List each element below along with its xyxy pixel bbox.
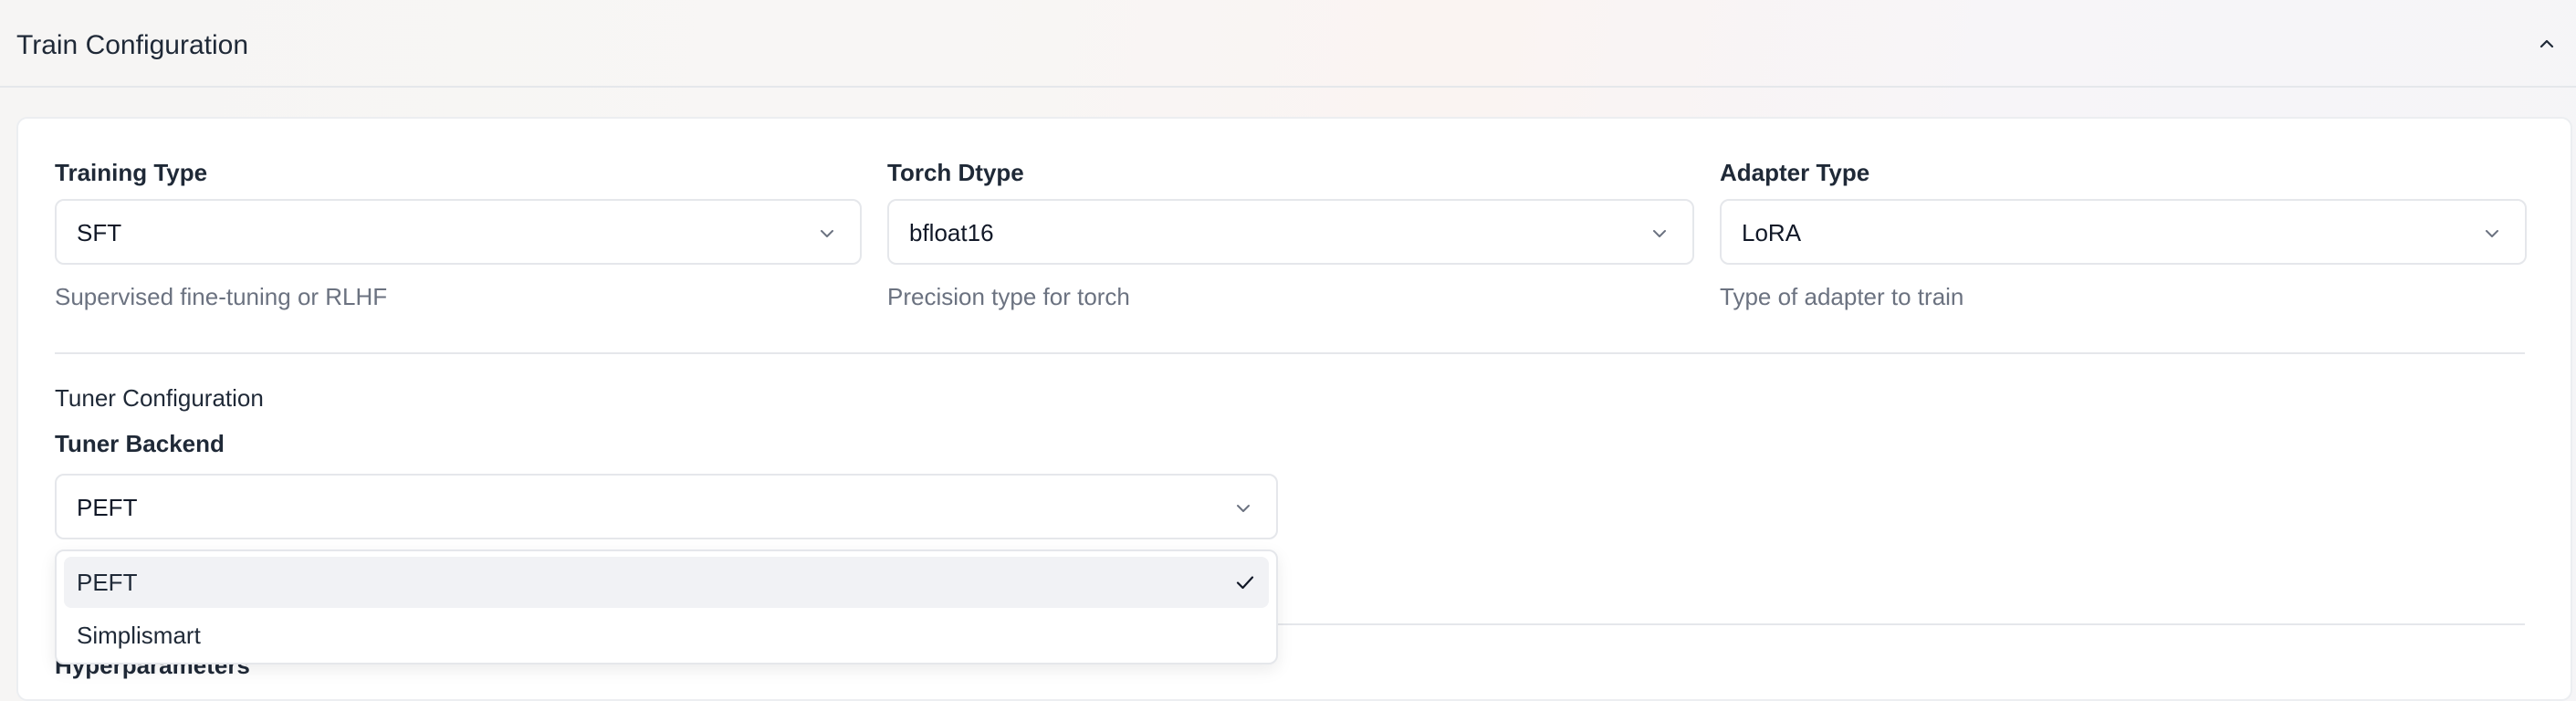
check-icon	[1236, 576, 1254, 590]
section-divider	[1278, 623, 2525, 625]
chevron-down-icon	[821, 230, 833, 237]
tuner-backend-select[interactable]: PEFT	[55, 474, 1278, 539]
option-simplismart[interactable]: Simplismart	[64, 610, 1269, 661]
section-title: Train Configuration	[16, 30, 249, 60]
adapter-type-label: Adapter Type	[1720, 159, 1870, 186]
option-label: PEFT	[77, 569, 138, 596]
torch-dtype-help: Precision type for torch	[887, 283, 1130, 310]
training-type-help: Supervised fine-tuning or RLHF	[55, 283, 388, 310]
chevron-down-icon	[1237, 505, 1250, 512]
chevron-down-icon	[1653, 230, 1666, 237]
training-type-value: SFT	[77, 219, 122, 246]
collapse-button[interactable]	[2529, 26, 2565, 62]
torch-dtype-label: Torch Dtype	[887, 159, 1024, 186]
adapter-type-help: Type of adapter to train	[1720, 283, 1964, 310]
adapter-type-select[interactable]: LoRA	[1720, 199, 2527, 265]
chevron-up-icon	[2539, 39, 2554, 48]
tuner-backend-dropdown: PEFT Simplismart	[55, 549, 1278, 664]
section-header: Train Configuration	[0, 0, 2576, 88]
tuner-config-heading: Tuner Configuration	[55, 384, 264, 412]
training-type-select[interactable]: SFT	[55, 199, 862, 265]
option-peft[interactable]: PEFT	[64, 557, 1269, 608]
torch-dtype-value: bfloat16	[909, 219, 994, 246]
adapter-type-value: LoRA	[1742, 219, 1802, 246]
option-label: Simplismart	[77, 622, 201, 649]
training-type-label: Training Type	[55, 159, 208, 186]
torch-dtype-select[interactable]: bfloat16	[887, 199, 1694, 265]
section-divider	[55, 352, 2525, 354]
tuner-backend-value: PEFT	[77, 494, 138, 521]
chevron-down-icon	[2486, 230, 2498, 237]
tuner-backend-label: Tuner Backend	[55, 430, 225, 457]
